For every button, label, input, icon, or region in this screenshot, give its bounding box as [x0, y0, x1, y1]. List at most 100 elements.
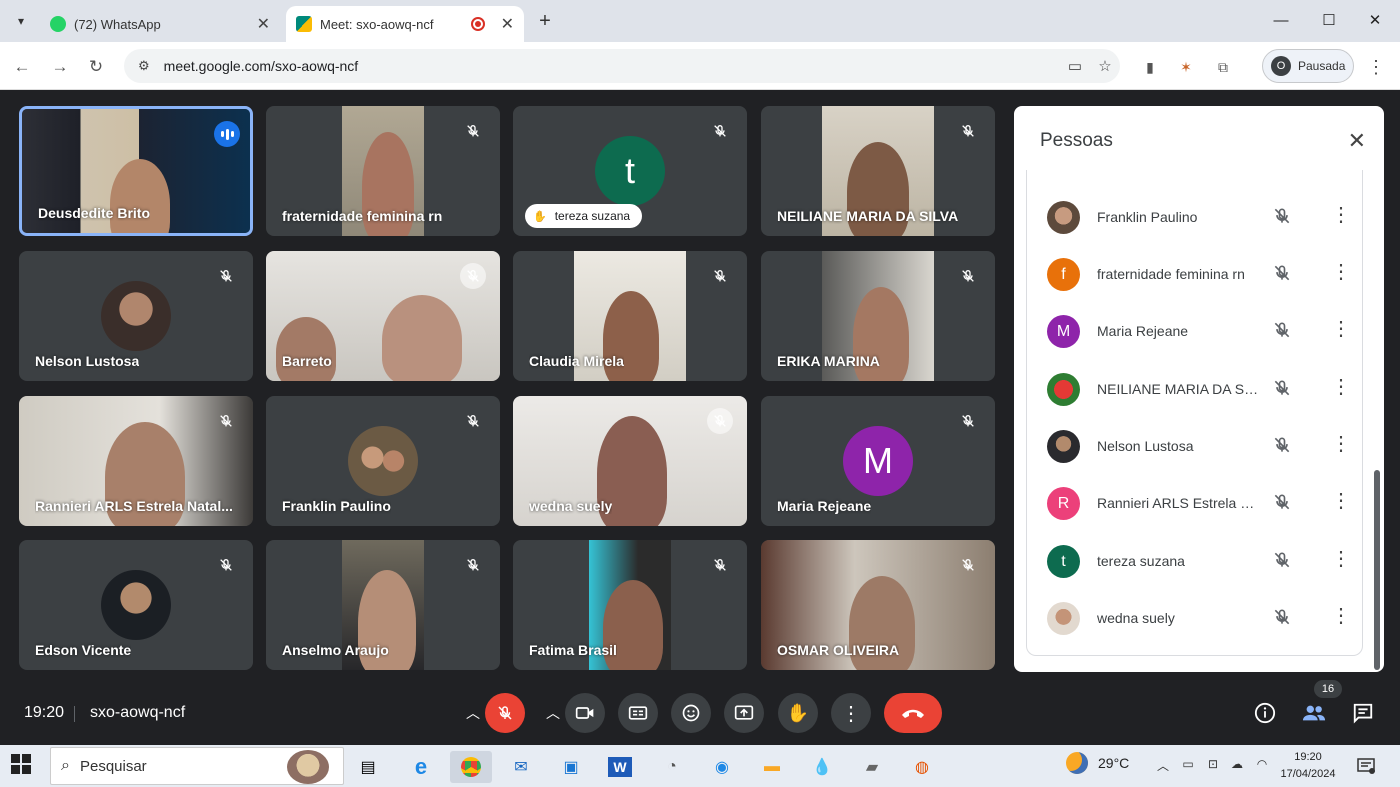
mic-off-icon[interactable] [1272, 263, 1292, 288]
video-options-chevron-icon[interactable]: ︿ [542, 693, 564, 733]
list-item[interactable]: t tereza suzana ⋮ [1027, 531, 1364, 588]
site-info-icon[interactable]: ⚙ [138, 58, 150, 74]
participant-tile[interactable]: Franklin Paulino [266, 396, 500, 526]
app-icon[interactable]: ◔ [656, 751, 688, 783]
internet-explorer-icon[interactable]: e [405, 751, 437, 783]
participant-tile[interactable]: fraternidade feminina rn [266, 106, 500, 236]
more-options-icon[interactable]: ⋮ [1331, 205, 1351, 225]
list-item[interactable]: R Rannieri ARLS Estrela N... ⋮ [1027, 473, 1364, 530]
chrome-icon[interactable] [450, 751, 492, 783]
browser-menu-icon[interactable]: ⋮ [1366, 55, 1386, 79]
mic-off-icon [707, 263, 733, 289]
close-tab-icon[interactable]: ✕ [257, 14, 270, 34]
list-item[interactable]: M Maria Rejeane ⋮ [1027, 301, 1364, 358]
notifications-icon[interactable] [1356, 756, 1376, 776]
reload-button[interactable]: ↻ [84, 55, 108, 79]
more-options-icon[interactable]: ⋮ [1331, 606, 1351, 626]
minimize-button[interactable]: — [1258, 6, 1304, 36]
task-view-icon[interactable]: ▤ [352, 751, 384, 783]
list-item[interactable]: NEILIANE MARIA DA SIL... ⋮ [1027, 359, 1364, 416]
participant-tile[interactable]: Barreto [266, 251, 500, 381]
new-tab-button[interactable]: + [534, 10, 556, 32]
list-item[interactable]: Nelson Lustosa ⋮ [1027, 416, 1364, 473]
drop-app-icon[interactable]: 💧 [806, 751, 838, 783]
participant-tile[interactable]: Anselmo Araujo [266, 540, 500, 670]
windows-start-icon[interactable] [10, 753, 36, 779]
extensions-puzzle-icon[interactable]: ⧉ [1211, 55, 1235, 79]
mic-off-icon[interactable] [1272, 435, 1292, 460]
list-item[interactable]: wedna suely ⋮ [1027, 588, 1364, 645]
participant-tile[interactable]: Edson Vicente [19, 540, 253, 670]
participant-tile[interactable]: t ✋ tereza suzana [513, 106, 747, 236]
show-hidden-icons-icon[interactable]: ︿ [1154, 757, 1172, 775]
taskbar-search-input[interactable]: ⌕ Pesquisar [50, 747, 344, 785]
more-options-icon[interactable]: ⋮ [1331, 434, 1351, 454]
chat-icon[interactable] [1350, 700, 1376, 726]
more-options-icon[interactable]: ⋮ [1331, 491, 1351, 511]
battery-icon[interactable]: ▭ [1179, 757, 1197, 775]
close-window-button[interactable]: ✕ [1352, 6, 1398, 36]
address-bar[interactable]: ⚙ meet.google.com/sxo-aowq-ncf ▭ ☆ [124, 49, 1120, 83]
file-explorer-icon[interactable]: ▬ [756, 751, 788, 783]
system-clock[interactable]: 19:20 17/04/2024 [1278, 749, 1338, 783]
panel-scrollbar[interactable] [1374, 470, 1380, 670]
mail-icon[interactable]: ✉ [505, 751, 537, 783]
mic-off-icon[interactable] [1272, 320, 1292, 345]
captions-button[interactable] [618, 693, 658, 733]
participant-tile[interactable]: Nelson Lustosa [19, 251, 253, 381]
camera-toggle-button[interactable] [565, 693, 605, 733]
audio-options-chevron-icon[interactable]: ︿ [462, 693, 484, 733]
edge-icon[interactable]: ◉ [706, 751, 738, 783]
list-item[interactable]: Franklin Paulino ⋮ [1027, 187, 1364, 244]
close-tab-icon[interactable]: ✕ [501, 14, 514, 34]
mic-off-icon[interactable] [1272, 206, 1292, 231]
firefox-icon[interactable]: ◍ [906, 751, 938, 783]
microphone-toggle-button[interactable] [485, 693, 525, 733]
device-icon[interactable]: ⊡ [1204, 757, 1222, 775]
tab-whatsapp[interactable]: (72) WhatsApp ✕ [40, 6, 280, 42]
more-options-icon[interactable]: ⋮ [1331, 319, 1351, 339]
participant-tile[interactable]: Rannieri ARLS Estrela Natal... [19, 396, 253, 526]
participant-tile[interactable]: wedna suely [513, 396, 747, 526]
leave-call-button[interactable] [884, 693, 942, 733]
app-icon[interactable]: ▰ [856, 751, 888, 783]
extension-icon[interactable]: ✶ [1174, 55, 1198, 79]
list-item[interactable]: f fraternidade feminina rn ⋮ [1027, 244, 1364, 301]
word-icon[interactable]: W [604, 751, 636, 783]
participant-tile[interactable]: Claudia Mirela [513, 251, 747, 381]
forward-button[interactable]: → [48, 55, 72, 79]
people-icon[interactable] [1301, 700, 1327, 726]
mic-off-icon[interactable] [1272, 550, 1292, 575]
meeting-details-icon[interactable] [1252, 700, 1278, 726]
present-screen-button[interactable] [724, 693, 764, 733]
more-options-button[interactable]: ⋮ [831, 693, 871, 733]
store-icon[interactable]: ▣ [555, 751, 587, 783]
bookmark-star-icon[interactable]: ☆ [1090, 57, 1120, 75]
participant-tile[interactable]: NEILIANE MARIA DA SILVA [761, 106, 995, 236]
participant-tile[interactable]: Fatima Brasil [513, 540, 747, 670]
reactions-button[interactable] [671, 693, 711, 733]
participant-tile[interactable]: ERIKA MARINA [761, 251, 995, 381]
tab-search-dropdown-icon[interactable]: ▾ [8, 8, 34, 34]
more-options-icon[interactable]: ⋮ [1331, 549, 1351, 569]
maximize-button[interactable]: ☐ [1306, 6, 1352, 36]
participant-tile[interactable]: Deusdedite Brito [19, 106, 253, 236]
raise-hand-button[interactable]: ✋ [778, 693, 818, 733]
weather-widget[interactable]: 29°C [1066, 752, 1129, 774]
participant-tile[interactable]: M Maria Rejeane [761, 396, 995, 526]
mic-off-icon[interactable] [1272, 378, 1292, 403]
extension-icon[interactable]: ▮ [1138, 55, 1162, 79]
more-options-icon[interactable]: ⋮ [1331, 377, 1351, 397]
wifi-icon[interactable]: ◠ [1253, 757, 1271, 775]
close-panel-icon[interactable]: ✕ [1348, 128, 1366, 154]
camera-in-use-icon[interactable]: ▭ [1060, 57, 1090, 75]
cloud-icon[interactable]: ☁ [1228, 757, 1246, 775]
mic-off-icon[interactable] [1272, 607, 1292, 632]
profile-button[interactable]: O Pausada [1262, 49, 1354, 83]
mic-off-icon[interactable] [1272, 492, 1292, 517]
participant-tile[interactable]: OSMAR OLIVEIRA [761, 540, 995, 670]
mic-off-icon [707, 552, 733, 578]
more-options-icon[interactable]: ⋮ [1331, 262, 1351, 282]
back-button[interactable]: ← [10, 55, 34, 79]
tab-meet[interactable]: Meet: sxo-aowq-ncf ✕ [286, 6, 524, 42]
